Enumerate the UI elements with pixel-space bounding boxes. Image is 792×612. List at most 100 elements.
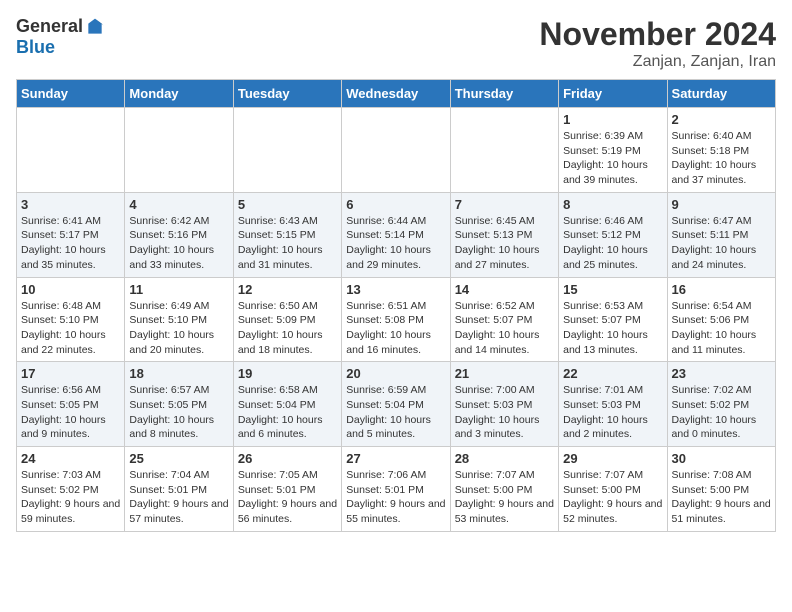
calendar-day-16: 16Sunrise: 6:54 AM Sunset: 5:06 PM Dayli… (667, 277, 775, 362)
day-number: 23 (672, 366, 771, 381)
calendar-day-17: 17 Sunrise: 6:56 AM Sunset: 5:05 PM Dayli… (17, 362, 125, 447)
weekday-header-thursday: Thursday (450, 80, 558, 108)
day-info: Sunrise: 7:07 AM Sunset: 5:00 PM Dayligh… (455, 468, 554, 527)
weekday-header-saturday: Saturday (667, 80, 775, 108)
day-info: Sunrise: 6:50 AM Sunset: 5:09 PM Dayligh… (238, 299, 337, 358)
day-number: 14 (455, 282, 554, 297)
calendar-empty-cell (342, 108, 450, 193)
day-info: Sunrise: 6:45 AM Sunset: 5:13 PM Dayligh… (455, 214, 554, 273)
weekday-header-tuesday: Tuesday (233, 80, 341, 108)
calendar-day-27: 27Sunrise: 7:06 AM Sunset: 5:01 PM Dayli… (342, 447, 450, 532)
day-number: 6 (346, 197, 445, 212)
calendar-empty-cell (125, 108, 233, 193)
weekday-header-monday: Monday (125, 80, 233, 108)
day-number: 30 (672, 451, 771, 466)
day-info: Sunrise: 6:40 AM Sunset: 5:18 PM Dayligh… (672, 129, 771, 188)
day-number: 8 (563, 197, 662, 212)
day-info: Sunrise: 6:52 AM Sunset: 5:07 PM Dayligh… (455, 299, 554, 358)
calendar-week-row: 3Sunrise: 6:41 AM Sunset: 5:17 PM Daylig… (17, 192, 776, 277)
location: Zanjan, Zanjan, Iran (539, 53, 776, 71)
day-number: 26 (238, 451, 337, 466)
logo-general-text: General (16, 16, 83, 37)
day-number: 18 (129, 366, 228, 381)
day-info: Sunrise: 7:08 AM Sunset: 5:00 PM Dayligh… (672, 468, 771, 527)
day-info: Sunrise: 6:46 AM Sunset: 5:12 PM Dayligh… (563, 214, 662, 273)
weekday-header-friday: Friday (559, 80, 667, 108)
title-section: November 2024 Zanjan, Zanjan, Iran (539, 16, 776, 71)
day-number: 1 (563, 112, 662, 127)
day-info: Sunrise: 6:43 AM Sunset: 5:15 PM Dayligh… (238, 214, 337, 273)
day-number: 21 (455, 366, 554, 381)
calendar-day-7: 7 Sunrise: 6:45 AM Sunset: 5:13 PM Daylig… (450, 192, 558, 277)
calendar-day-28: 28 Sunrise: 7:07 AM Sunset: 5:00 PM Dayli… (450, 447, 558, 532)
day-number: 9 (672, 197, 771, 212)
calendar-day-4: 4 Sunrise: 6:42 AM Sunset: 5:16 PM Daylig… (125, 192, 233, 277)
calendar-day-20: 20Sunrise: 6:59 AM Sunset: 5:04 PM Dayli… (342, 362, 450, 447)
calendar-day-10: 10 Sunrise: 6:48 AM Sunset: 5:10 PM Dayli… (17, 277, 125, 362)
day-info: Sunrise: 6:44 AM Sunset: 5:14 PM Dayligh… (346, 214, 445, 273)
day-info: Sunrise: 7:06 AM Sunset: 5:01 PM Dayligh… (346, 468, 445, 527)
day-number: 24 (21, 451, 120, 466)
weekday-header-wednesday: Wednesday (342, 80, 450, 108)
calendar-day-5: 5 Sunrise: 6:43 AM Sunset: 5:15 PM Daylig… (233, 192, 341, 277)
day-info: Sunrise: 6:39 AM Sunset: 5:19 PM Dayligh… (563, 129, 662, 188)
calendar-day-24: 24 Sunrise: 7:03 AM Sunset: 5:02 PM Dayli… (17, 447, 125, 532)
day-info: Sunrise: 7:04 AM Sunset: 5:01 PM Dayligh… (129, 468, 228, 527)
day-number: 17 (21, 366, 120, 381)
calendar-week-row: 24 Sunrise: 7:03 AM Sunset: 5:02 PM Dayli… (17, 447, 776, 532)
calendar-day-22: 22Sunrise: 7:01 AM Sunset: 5:03 PM Dayli… (559, 362, 667, 447)
day-info: Sunrise: 7:01 AM Sunset: 5:03 PM Dayligh… (563, 383, 662, 442)
calendar-day-19: 19 Sunrise: 6:58 AM Sunset: 5:04 PM Dayli… (233, 362, 341, 447)
month-title: November 2024 (539, 16, 776, 53)
day-info: Sunrise: 6:56 AM Sunset: 5:05 PM Dayligh… (21, 383, 120, 442)
calendar-empty-cell (17, 108, 125, 193)
day-number: 28 (455, 451, 554, 466)
calendar-week-row: 1 Sunrise: 6:39 AM Sunset: 5:19 PM Daylig… (17, 108, 776, 193)
day-info: Sunrise: 6:58 AM Sunset: 5:04 PM Dayligh… (238, 383, 337, 442)
day-number: 29 (563, 451, 662, 466)
day-info: Sunrise: 7:05 AM Sunset: 5:01 PM Dayligh… (238, 468, 337, 527)
day-number: 10 (21, 282, 120, 297)
calendar-day-8: 8 Sunrise: 6:46 AM Sunset: 5:12 PM Daylig… (559, 192, 667, 277)
calendar-day-30: 30 Sunrise: 7:08 AM Sunset: 5:00 PM Dayli… (667, 447, 775, 532)
day-info: Sunrise: 6:42 AM Sunset: 5:16 PM Dayligh… (129, 214, 228, 273)
calendar-day-23: 23 Sunrise: 7:02 AM Sunset: 5:02 PM Dayli… (667, 362, 775, 447)
day-info: Sunrise: 6:54 AM Sunset: 5:06 PM Dayligh… (672, 299, 771, 358)
calendar-day-11: 11 Sunrise: 6:49 AM Sunset: 5:10 PM Dayli… (125, 277, 233, 362)
calendar-day-29: 29 Sunrise: 7:07 AM Sunset: 5:00 PM Dayli… (559, 447, 667, 532)
day-info: Sunrise: 7:03 AM Sunset: 5:02 PM Dayligh… (21, 468, 120, 527)
day-info: Sunrise: 6:51 AM Sunset: 5:08 PM Dayligh… (346, 299, 445, 358)
day-number: 5 (238, 197, 337, 212)
calendar-week-row: 10 Sunrise: 6:48 AM Sunset: 5:10 PM Dayli… (17, 277, 776, 362)
day-info: Sunrise: 6:53 AM Sunset: 5:07 PM Dayligh… (563, 299, 662, 358)
calendar-day-21: 21 Sunrise: 7:00 AM Sunset: 5:03 PM Dayli… (450, 362, 558, 447)
calendar-day-2: 2Sunrise: 6:40 AM Sunset: 5:18 PM Daylig… (667, 108, 775, 193)
day-number: 13 (346, 282, 445, 297)
day-info: Sunrise: 7:00 AM Sunset: 5:03 PM Dayligh… (455, 383, 554, 442)
calendar-table: SundayMondayTuesdayWednesdayThursdayFrid… (16, 79, 776, 532)
day-number: 3 (21, 197, 120, 212)
day-info: Sunrise: 6:49 AM Sunset: 5:10 PM Dayligh… (129, 299, 228, 358)
calendar-empty-cell (233, 108, 341, 193)
day-number: 12 (238, 282, 337, 297)
calendar-day-9: 9 Sunrise: 6:47 AM Sunset: 5:11 PM Daylig… (667, 192, 775, 277)
calendar-day-13: 13 Sunrise: 6:51 AM Sunset: 5:08 PM Dayli… (342, 277, 450, 362)
calendar-week-row: 17 Sunrise: 6:56 AM Sunset: 5:05 PM Dayli… (17, 362, 776, 447)
day-info: Sunrise: 7:02 AM Sunset: 5:02 PM Dayligh… (672, 383, 771, 442)
calendar-day-25: 25Sunrise: 7:04 AM Sunset: 5:01 PM Dayli… (125, 447, 233, 532)
calendar-day-26: 26 Sunrise: 7:05 AM Sunset: 5:01 PM Dayli… (233, 447, 341, 532)
day-number: 11 (129, 282, 228, 297)
day-number: 20 (346, 366, 445, 381)
page-header: General Blue November 2024 Zanjan, Zanja… (16, 16, 776, 71)
day-number: 19 (238, 366, 337, 381)
calendar-day-6: 6 Sunrise: 6:44 AM Sunset: 5:14 PM Daylig… (342, 192, 450, 277)
logo: General Blue (16, 16, 105, 58)
day-number: 7 (455, 197, 554, 212)
day-info: Sunrise: 6:57 AM Sunset: 5:05 PM Dayligh… (129, 383, 228, 442)
logo-icon (85, 17, 105, 37)
day-number: 4 (129, 197, 228, 212)
weekday-header-sunday: Sunday (17, 80, 125, 108)
day-info: Sunrise: 7:07 AM Sunset: 5:00 PM Dayligh… (563, 468, 662, 527)
day-info: Sunrise: 6:48 AM Sunset: 5:10 PM Dayligh… (21, 299, 120, 358)
day-info: Sunrise: 6:47 AM Sunset: 5:11 PM Dayligh… (672, 214, 771, 273)
